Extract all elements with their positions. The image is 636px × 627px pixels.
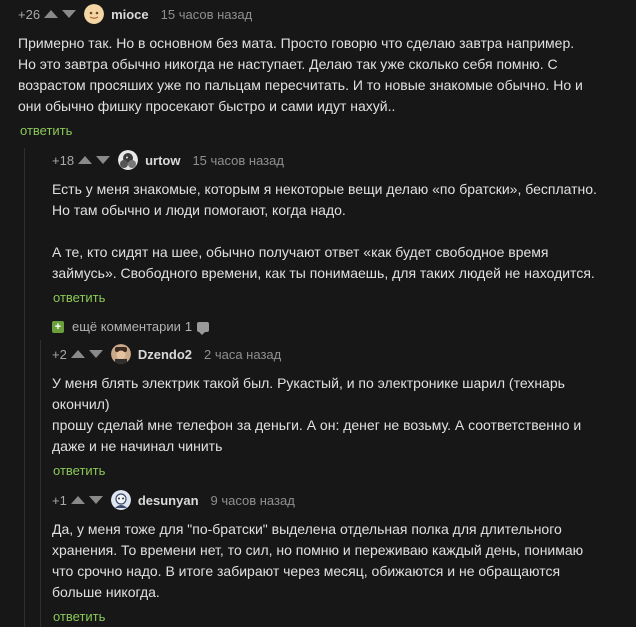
comment: +1 desunyan 9 часов назад Да, у меня тож… xyxy=(52,490,632,626)
downvote-icon[interactable] xyxy=(88,350,103,358)
reply-button[interactable]: ответить xyxy=(53,463,105,478)
more-comments-label: ещё комментарии xyxy=(72,319,181,334)
comment-rating: +1 xyxy=(52,492,67,508)
comment-username[interactable]: mioce xyxy=(111,7,149,22)
comment: +26 mioce 15 часов назад Примерно так. Н… xyxy=(18,4,628,140)
downvote-icon[interactable] xyxy=(88,496,103,504)
plus-icon: + xyxy=(52,320,64,333)
upvote-icon[interactable] xyxy=(70,496,85,504)
comment: +2 Dzendo2 2 часа назад У меня блять эле… xyxy=(52,344,632,480)
comment: +18 urtow 15 часов назад Есть у меня зна… xyxy=(52,150,632,307)
avatar[interactable] xyxy=(110,344,131,364)
reply-button[interactable]: ответить xyxy=(53,609,105,624)
comment-body: У меня блять электрик такой был. Рукасты… xyxy=(52,375,582,454)
comment-header: +18 urtow 15 часов назад xyxy=(52,150,632,170)
thread-line xyxy=(40,340,41,627)
avatar[interactable] xyxy=(110,490,131,510)
upvote-icon[interactable] xyxy=(70,350,85,358)
comment-time[interactable]: 9 часов назад xyxy=(211,493,295,508)
comment-username[interactable]: urtow xyxy=(145,153,180,168)
comment-rating: +26 xyxy=(18,6,41,22)
reply-button[interactable]: ответить xyxy=(53,290,105,305)
reply-button[interactable]: ответить xyxy=(20,123,72,138)
comment-username[interactable]: desunyan xyxy=(138,493,199,508)
avatar[interactable] xyxy=(118,150,139,170)
comment-rating: +18 xyxy=(52,152,75,168)
upvote-icon[interactable] xyxy=(78,156,93,164)
comment-bubble-icon xyxy=(197,321,210,335)
comment-time[interactable]: 15 часов назад xyxy=(161,7,253,22)
comment-rating: +2 xyxy=(52,346,67,362)
comment-header: +2 Dzendo2 2 часа назад xyxy=(52,344,632,364)
upvote-icon[interactable] xyxy=(44,10,59,18)
downvote-icon[interactable] xyxy=(96,156,111,164)
comment-time[interactable]: 15 часов назад xyxy=(192,153,284,168)
comment-header: +26 mioce 15 часов назад xyxy=(18,4,628,24)
downvote-icon[interactable] xyxy=(62,10,77,18)
more-comments-button[interactable]: + ещё комментарии 1 xyxy=(52,319,210,335)
avatar[interactable] xyxy=(84,4,105,24)
thread-line xyxy=(24,148,25,627)
comment-header: +1 desunyan 9 часов назад xyxy=(52,490,632,510)
comment-username[interactable]: Dzendo2 xyxy=(138,347,192,362)
comment-body: Да, у меня тоже для "по-братски" выделен… xyxy=(52,521,584,600)
comment-time[interactable]: 2 часа назад xyxy=(204,347,281,362)
more-comments-count: 1 xyxy=(184,319,193,334)
comment-body: Примерно так. Но в основном без мата. Пр… xyxy=(18,35,583,114)
comment-body: Есть у меня знакомые, которым я некоторы… xyxy=(52,181,597,281)
